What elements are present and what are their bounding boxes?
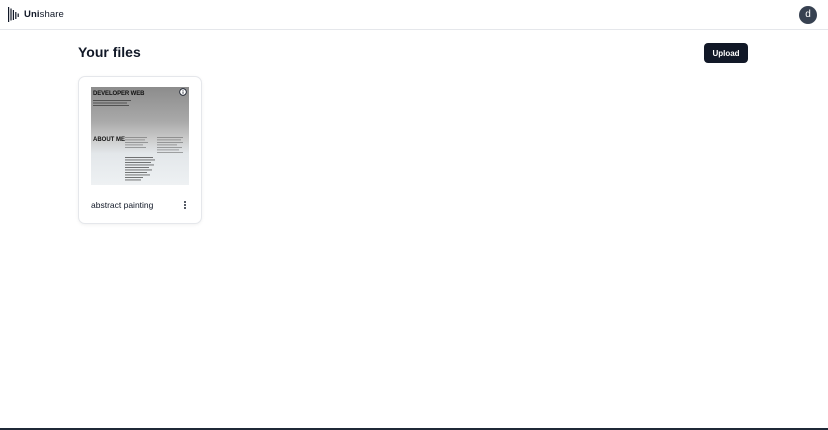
thumbnail-subheading: ABOUT ME [93,137,125,143]
file-thumbnail[interactable]: DEVELOPER WEB ABOUT ME [91,87,189,185]
thumbnail-text-lines [93,100,183,181]
info-icon[interactable] [179,88,187,96]
brand-name-bold: Uni [24,9,40,20]
user-avatar[interactable]: d [799,6,817,24]
brand-name-rest: share [39,9,64,20]
upload-button[interactable]: Upload [704,43,748,63]
app-page: Unishare d Your files Upload DEVELOPER W… [0,0,828,430]
file-card[interactable]: DEVELOPER WEB ABOUT ME abstract painting [78,76,202,224]
brand-logo[interactable]: Unishare [8,7,64,22]
file-name[interactable]: abstract painting [91,200,153,210]
thumbnail-heading: DEVELOPER WEB [93,91,145,97]
brand-name: Unishare [24,9,64,20]
page-title: Your files [78,44,141,60]
file-menu-button[interactable] [179,198,191,212]
more-vertical-icon [184,201,186,209]
top-bar: Unishare d [0,0,828,30]
soundwave-logo-icon [8,7,19,22]
